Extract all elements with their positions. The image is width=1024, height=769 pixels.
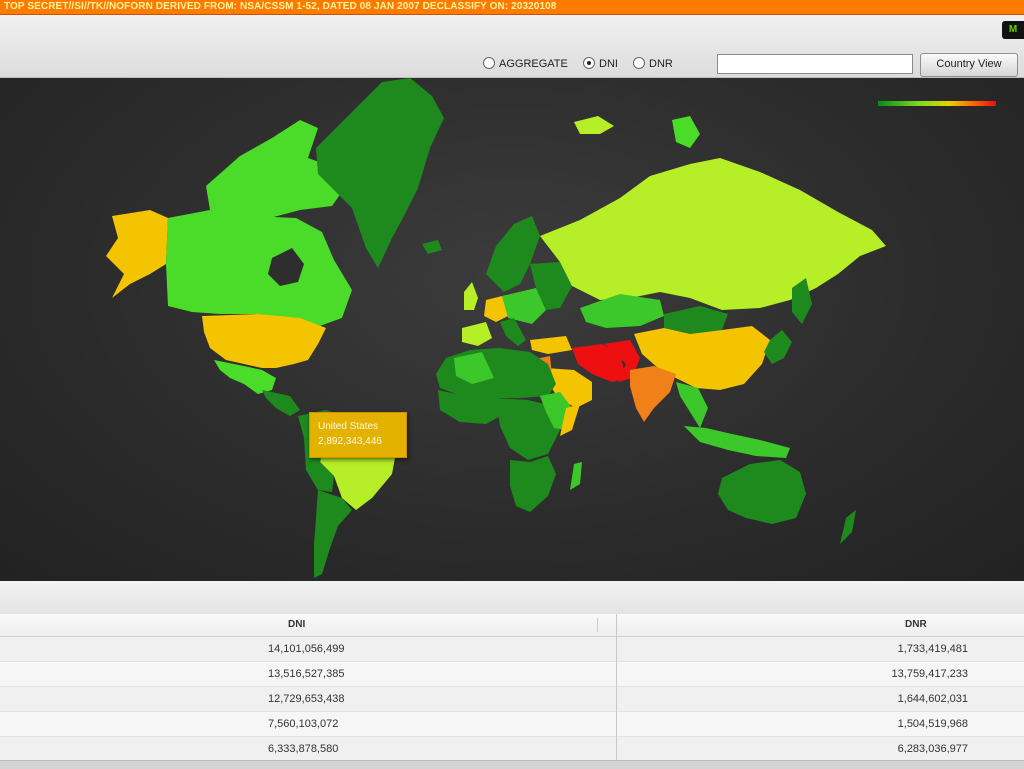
country-view-button[interactable]: Country View bbox=[920, 53, 1018, 77]
argentina-chile bbox=[314, 490, 352, 578]
indonesia-philippines bbox=[684, 426, 790, 458]
radio-dnr[interactable]: DNR bbox=[633, 57, 673, 71]
dni-value: 12,729,653,438 bbox=[268, 693, 345, 705]
dnr-column: DNR 1,733,419,481 13,759,417,233 1,644,6… bbox=[617, 614, 1024, 764]
canada bbox=[166, 210, 352, 328]
table-header-strip bbox=[0, 581, 1024, 615]
radio-dnr-indicator[interactable] bbox=[633, 57, 645, 69]
table-row[interactable]: 6,333,878,580 bbox=[0, 737, 616, 762]
dni-column-header[interactable]: DNI bbox=[0, 614, 616, 637]
italy bbox=[500, 318, 526, 346]
radio-aggregate-indicator[interactable] bbox=[483, 57, 495, 69]
mongolia bbox=[664, 306, 728, 334]
india bbox=[630, 366, 676, 422]
table-row[interactable]: 14,101,056,499 bbox=[0, 637, 616, 662]
table-row[interactable]: 1,644,602,031 bbox=[617, 687, 1024, 712]
arctic-islands bbox=[672, 116, 700, 148]
dnr-value: 1,733,419,481 bbox=[897, 643, 968, 655]
korea-japan bbox=[764, 330, 792, 364]
dni-value: 13,516,527,385 bbox=[268, 668, 345, 680]
radio-dnr-label: DNR bbox=[649, 58, 673, 70]
new-zealand bbox=[840, 510, 856, 544]
central-america bbox=[262, 390, 300, 416]
dnr-value: 1,644,602,031 bbox=[897, 693, 968, 705]
dni-value: 6,333,878,580 bbox=[268, 743, 339, 755]
kazakhstan bbox=[580, 294, 664, 328]
radio-aggregate[interactable]: AGGREGATE bbox=[483, 57, 568, 71]
radio-dni-label: DNI bbox=[599, 58, 618, 70]
radio-aggregate-label: AGGREGATE bbox=[499, 58, 568, 70]
southern-africa bbox=[510, 456, 556, 512]
alaska bbox=[106, 210, 168, 298]
dni-column: DNI 14,101,056,499 13,516,527,385 12,729… bbox=[0, 614, 617, 764]
dnr-value: 1,504,519,968 bbox=[897, 718, 968, 730]
tooltip-country: United States bbox=[318, 421, 379, 432]
table-row[interactable]: 13,759,417,233 bbox=[617, 662, 1024, 687]
dnr-header-label: DNR bbox=[905, 619, 927, 630]
table-row[interactable]: 6,283,036,977 bbox=[617, 737, 1024, 762]
heat-legend bbox=[878, 101, 996, 106]
data-table: DNI 14,101,056,499 13,516,527,385 12,729… bbox=[0, 614, 1024, 768]
dni-value: 7,560,103,072 bbox=[268, 718, 339, 730]
uk bbox=[464, 282, 478, 310]
radio-dni[interactable]: DNI bbox=[583, 57, 618, 71]
table-row[interactable]: 13,516,527,385 bbox=[0, 662, 616, 687]
dnr-value: 6,283,036,977 bbox=[897, 743, 968, 755]
southeast-asia bbox=[676, 382, 708, 428]
radio-dni-indicator[interactable] bbox=[583, 57, 595, 69]
world-map-svg bbox=[106, 78, 996, 578]
svalbard bbox=[574, 116, 614, 134]
classification-banner: TOP SECRET//SI//TK//NOFORN DERIVED FROM:… bbox=[0, 0, 1024, 15]
table-row[interactable]: 1,504,519,968 bbox=[617, 712, 1024, 737]
dni-header-label: DNI bbox=[288, 619, 306, 630]
iceland bbox=[422, 240, 442, 254]
spain bbox=[462, 322, 492, 346]
table-row[interactable]: 1,733,419,481 bbox=[617, 637, 1024, 662]
russia bbox=[540, 158, 886, 310]
madagascar bbox=[570, 462, 582, 490]
world-map[interactable]: United States 2,892,343,446 bbox=[0, 78, 1024, 581]
table-row[interactable]: 7,560,103,072 bbox=[0, 712, 616, 737]
table-row[interactable]: 12,729,653,438 bbox=[0, 687, 616, 712]
country-search-input[interactable] bbox=[717, 54, 913, 74]
column-separator bbox=[597, 618, 598, 632]
scandinavia bbox=[486, 216, 540, 292]
dnr-value: 13,759,417,233 bbox=[891, 668, 968, 680]
tooltip-value: 2,892,343,446 bbox=[318, 436, 382, 447]
turkey bbox=[530, 336, 572, 354]
united-states bbox=[202, 314, 326, 368]
toolbar: M AGGREGATE DNI DNR Country View bbox=[0, 15, 1024, 78]
corner-tab[interactable]: M bbox=[1002, 21, 1024, 39]
map-tooltip: United States 2,892,343,446 bbox=[309, 412, 407, 458]
dnr-column-header[interactable]: DNR bbox=[617, 614, 1024, 637]
north-africa bbox=[436, 348, 556, 398]
classification-text: TOP SECRET//SI//TK//NOFORN DERIVED FROM:… bbox=[4, 1, 557, 12]
australia bbox=[718, 460, 806, 524]
greenland bbox=[316, 78, 444, 268]
dni-value: 14,101,056,499 bbox=[268, 643, 345, 655]
